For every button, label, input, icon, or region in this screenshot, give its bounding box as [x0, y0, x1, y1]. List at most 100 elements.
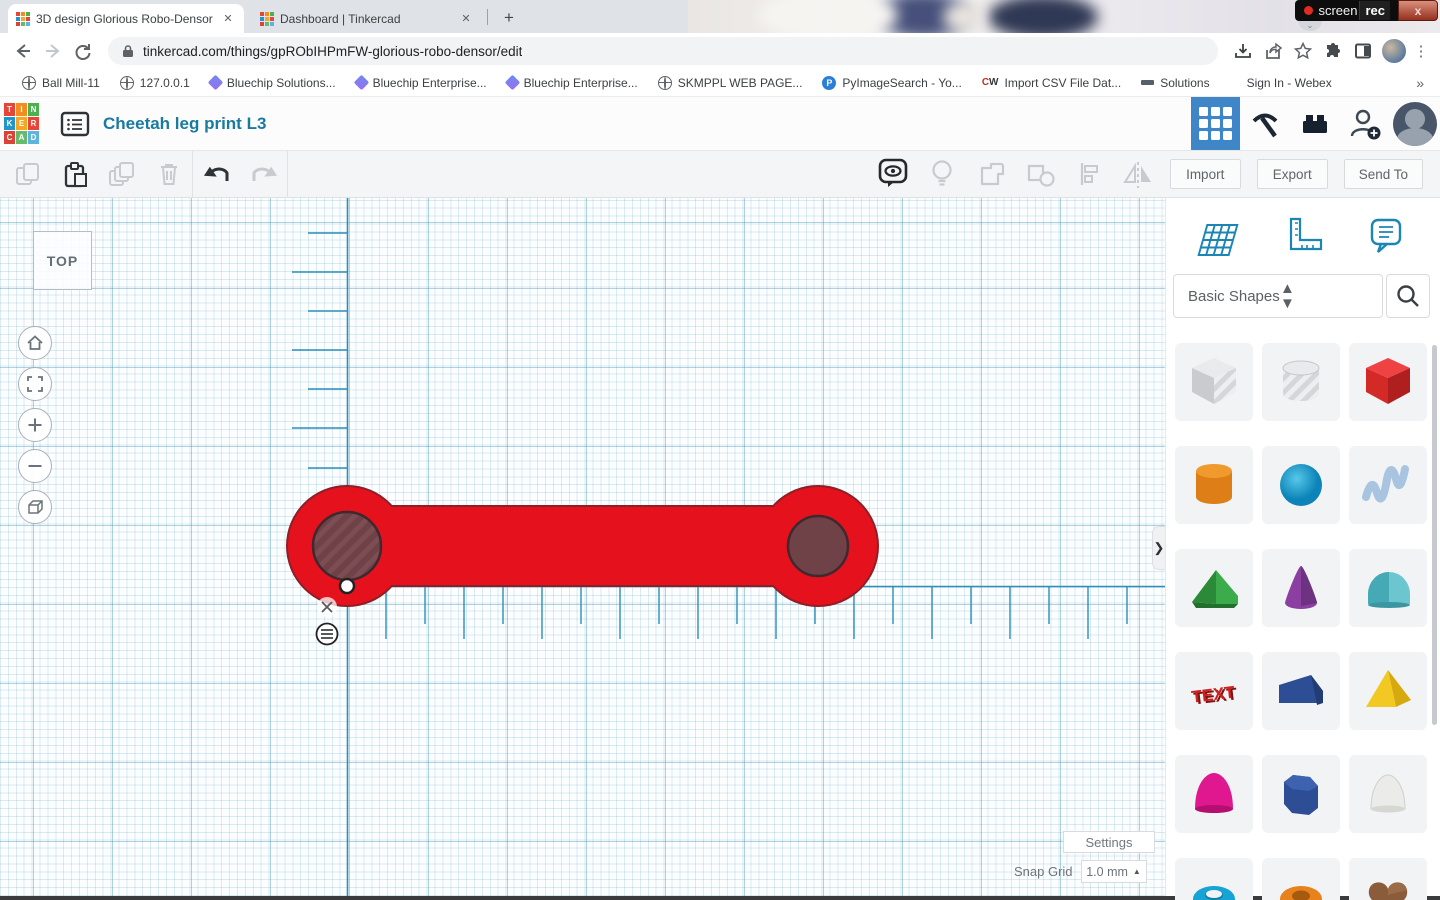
spark-favicon-icon: [207, 74, 224, 91]
copy-icon[interactable]: [4, 151, 51, 197]
paraboloid-icon: [1195, 773, 1233, 813]
shape-hole-left[interactable]: [311, 510, 383, 582]
browser-tab-inactive[interactable]: Dashboard | Tinkercad ✕: [252, 4, 482, 33]
bookmark-item[interactable]: Ball Mill-11: [14, 73, 108, 93]
ungroup-icon[interactable]: [1015, 151, 1064, 197]
delete-icon[interactable]: [145, 151, 192, 197]
home-view-button[interactable]: [18, 326, 52, 360]
profile-avatar[interactable]: [1393, 101, 1437, 146]
shape-cylinder[interactable]: [1175, 446, 1253, 524]
bookmark-item[interactable]: Bluechip Solutions...: [202, 73, 344, 93]
bookmark-item[interactable]: 127.0.0.1: [112, 73, 198, 93]
group-icon[interactable]: [966, 151, 1015, 197]
ruler-origin-handle[interactable]: [338, 577, 356, 595]
search-shapes-button[interactable]: [1386, 274, 1430, 318]
duplicate-icon[interactable]: [98, 151, 145, 197]
shape-box-transparent[interactable]: [1175, 343, 1253, 421]
mirror-icon[interactable]: [1113, 151, 1162, 197]
paste-icon[interactable]: [51, 151, 98, 197]
shape-cylinder-transparent[interactable]: [1262, 343, 1340, 421]
cylinder-transparent-icon: [1282, 360, 1320, 401]
shape-wedge[interactable]: [1262, 652, 1340, 730]
new-tab-button[interactable]: +: [496, 5, 522, 31]
zoom-in-button[interactable]: [18, 408, 52, 442]
bookmark-item[interactable]: Bluechip Enterprise...: [348, 73, 495, 93]
minecraft-pickaxe-button[interactable]: [1240, 97, 1290, 150]
align-icon[interactable]: [1064, 151, 1113, 197]
send-to-button[interactable]: Send To: [1343, 159, 1423, 189]
bookmarks-overflow-icon[interactable]: »: [1416, 75, 1424, 91]
bookmark-item[interactable]: Solutions: [1133, 73, 1217, 93]
shape-box[interactable]: [1349, 343, 1427, 421]
share-icon[interactable]: [1258, 36, 1288, 66]
shape-torus[interactable]: [1175, 858, 1253, 900]
tinkercad-logo[interactable]: TIN KER CAD: [4, 102, 39, 145]
ruler-tool-icon[interactable]: [1276, 212, 1328, 264]
spark-favicon-icon: [504, 74, 520, 91]
undo-icon[interactable]: [193, 151, 240, 197]
browser-profile-avatar[interactable]: [1382, 39, 1406, 63]
bookmark-star-icon[interactable]: [1288, 36, 1318, 66]
show-all-icon[interactable]: [868, 151, 917, 197]
side-panel-icon[interactable]: [1348, 36, 1378, 66]
notes-tool-icon[interactable]: [1360, 212, 1412, 264]
shape-polygon[interactable]: [1262, 755, 1340, 833]
shape-scribble[interactable]: [1349, 446, 1427, 524]
shape-cone[interactable]: [1262, 549, 1340, 627]
screenrec-close-button[interactable]: x: [1398, 0, 1438, 21]
design-canvas[interactable]: TOP ❯ Settings Snap Grid 1.0 mm ▲: [0, 198, 1165, 896]
bookmark-item[interactable]: Sign In - Webex: [1222, 73, 1340, 93]
bookmark-item[interactable]: SKMPPL WEB PAGE...: [650, 73, 811, 93]
shape-bone[interactable]: [286, 485, 879, 607]
forward-icon[interactable]: [38, 36, 68, 66]
tab-close-icon[interactable]: ✕: [458, 11, 474, 27]
view-cube[interactable]: TOP: [33, 231, 92, 290]
snap-grid-dropdown[interactable]: 1.0 mm ▲: [1080, 860, 1147, 883]
back-icon[interactable]: [8, 36, 38, 66]
fit-view-button[interactable]: [18, 367, 52, 401]
ruler-menu-icon[interactable]: [315, 622, 339, 646]
tab-close-icon[interactable]: ✕: [220, 11, 236, 27]
zoom-out-button[interactable]: [18, 449, 52, 483]
design-title[interactable]: Cheetah leg print L3: [103, 114, 266, 134]
polygon-icon: [1284, 775, 1318, 815]
browser-tab-active[interactable]: 3D design Glorious Robo-Densor ✕: [8, 4, 244, 33]
screenrec-pill[interactable]: screen rec: [1295, 0, 1398, 21]
downloads-icon[interactable]: [1228, 36, 1258, 66]
perspective-toggle-button[interactable]: [18, 490, 52, 524]
shape-half-sphere[interactable]: [1349, 755, 1427, 833]
design-menu-icon[interactable]: [57, 107, 93, 141]
panel-scrollbar[interactable]: [1432, 345, 1437, 725]
extensions-puzzle-icon[interactable]: [1318, 36, 1348, 66]
shape-pyramid[interactable]: [1349, 652, 1427, 730]
shape-text[interactable]: TEXT TEXT: [1175, 652, 1253, 730]
bookmark-item[interactable]: P PyImageSearch - Yo...: [814, 73, 969, 93]
settings-button[interactable]: Settings: [1063, 831, 1155, 853]
refresh-icon[interactable]: [68, 36, 98, 66]
shape-hole-right[interactable]: [786, 514, 850, 578]
workplane-tool-icon[interactable]: [1192, 212, 1244, 264]
browser-address-bar: tinkercad.com/things/gpRObIHPmFW-gloriou…: [0, 33, 1440, 69]
shape-round-roof[interactable]: [1349, 549, 1427, 627]
shape-tube[interactable]: [1262, 858, 1340, 900]
browser-menu-icon[interactable]: ⋮: [1410, 42, 1432, 60]
editor-3d-view-button[interactable]: [1191, 97, 1240, 150]
shape-heart[interactable]: [1349, 858, 1427, 900]
shape-paraboloid[interactable]: [1175, 755, 1253, 833]
tab-title: Dashboard | Tinkercad: [280, 11, 401, 26]
ruler-close-icon[interactable]: [317, 597, 337, 617]
invite-collaborator-button[interactable]: [1340, 97, 1390, 150]
shape-category-dropdown[interactable]: Basic Shapes ▲ ▼: [1173, 274, 1383, 318]
bookmark-item[interactable]: C W Import CSV File Dat...: [974, 73, 1129, 93]
export-button[interactable]: Export: [1256, 159, 1328, 189]
shape-roof[interactable]: [1175, 549, 1253, 627]
brick-builder-button[interactable]: [1290, 97, 1340, 150]
import-button[interactable]: Import: [1169, 159, 1241, 189]
bookmark-item[interactable]: Bluechip Enterprise...: [499, 73, 646, 93]
redo-icon[interactable]: [240, 151, 287, 197]
shape-sphere[interactable]: [1262, 446, 1340, 524]
url-bar[interactable]: tinkercad.com/things/gpRObIHPmFW-gloriou…: [108, 37, 1218, 65]
panel-collapse-chevron[interactable]: ❯: [1152, 526, 1165, 570]
pickaxe-icon: [1252, 113, 1278, 137]
lightbulb-icon[interactable]: [917, 151, 966, 197]
